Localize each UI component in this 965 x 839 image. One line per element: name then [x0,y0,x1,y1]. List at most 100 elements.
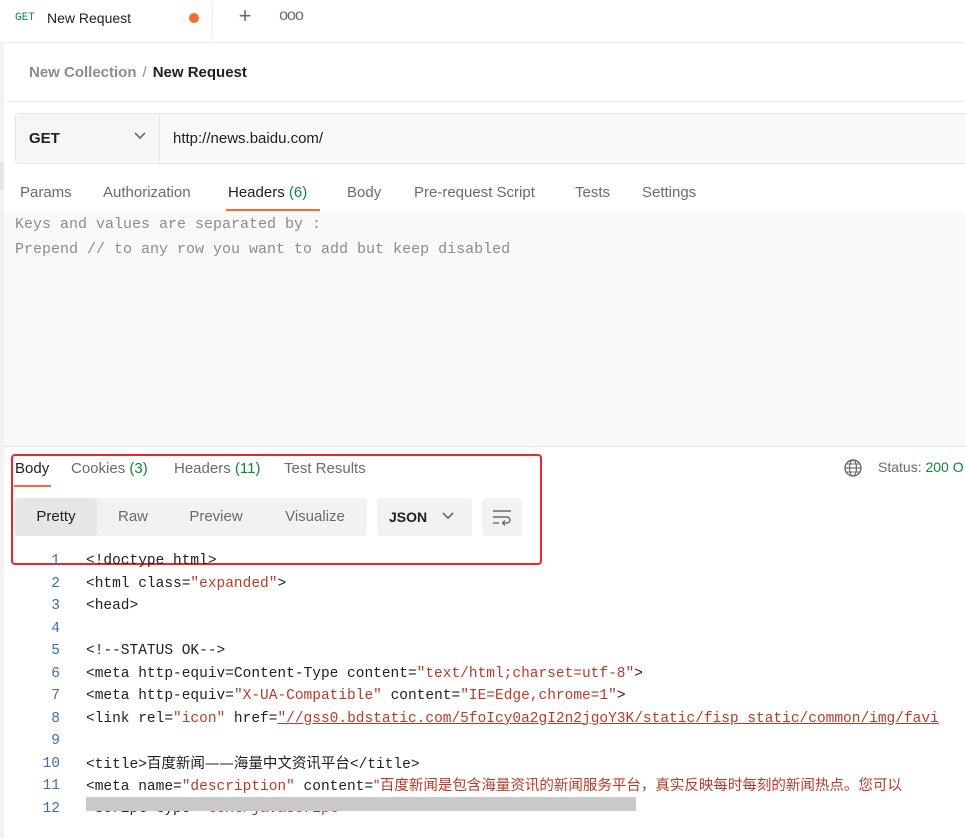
code-token: content= [381,688,461,704]
code-line: 3 <head> [0,595,965,617]
method-label: GET [29,130,60,147]
line-number: 4 [51,620,60,637]
line-number: 12 [42,800,60,817]
wrap-lines-icon [492,507,512,532]
code-text: <head> [86,595,138,617]
tab-tests[interactable]: Tests [575,184,610,201]
line-number: 2 [51,575,60,592]
code-text: <meta name="description" content="百度新闻是包… [86,775,902,798]
breadcrumb-collection[interactable]: New Collection [29,64,137,81]
code-token: <head> [86,598,139,614]
code-token: <meta name= [86,779,182,795]
selection-highlight [86,797,636,811]
status-code: 200 O [925,459,964,475]
active-tab-indicator [14,485,51,487]
code-string: "expanded" [190,575,278,592]
tab-params[interactable]: Params [20,184,72,201]
request-tab[interactable]: GET New Request [4,0,213,41]
code-token: content= [294,779,374,795]
code-line: 10 <title>百度新闻——海量中文资讯平台</title> [0,753,965,775]
code-string: "description" [181,779,295,795]
view-mode-preview[interactable]: Preview [169,498,263,536]
code-text: <!--STATUS OK--> [86,640,225,662]
code-string: "IE=Edge,chrome=1" [460,688,617,704]
chevron-down-icon [133,128,147,145]
view-mode-visualize[interactable]: Visualize [263,498,367,536]
bulk-edit-hint: Prepend // to any row you want to add bu… [15,241,511,258]
unsaved-dot-icon [189,13,199,23]
active-tab-indicator [226,209,320,211]
line-number: 5 [51,643,60,659]
code-token: <link rel= [86,710,174,727]
response-tab-test-results[interactable]: Test Results [284,460,366,477]
breadcrumb: New Collection / New Request [29,64,247,81]
code-line: 2 <html class="expanded"> [0,573,965,595]
line-number: 11 [42,778,60,794]
code-token: <title> [86,756,147,773]
line-number: 8 [51,710,60,727]
line-number: 10 [42,755,60,772]
code-token: </title> [349,756,420,773]
code-line: 4 [0,618,965,640]
code-line: 7 <meta http-equiv="X-UA-Compatible" cont… [0,685,965,707]
code-string: "icon" [173,710,226,727]
code-string: "百度新闻是包含海量资讯的新闻服务平台，真实反映每时每刻的新闻热点。您可以 [373,778,902,794]
code-token: 百度新闻——海量中文资讯平台 [146,755,350,772]
tab-pre-request-script[interactable]: Pre-request Script [414,184,535,201]
code-string: "X-UA-Compatible" [233,688,382,704]
code-token: > [634,665,643,682]
globe-icon[interactable] [843,458,863,483]
line-number: 6 [51,665,60,682]
code-line: 9 [0,730,965,752]
code-token: <!--STATUS OK--> [86,643,226,659]
line-number: 7 [51,688,60,704]
view-mode-raw[interactable]: Raw [97,498,169,536]
code-line: 1 <!doctype html> [0,550,965,572]
code-token: <html class= [86,575,191,592]
code-text: <link rel="icon" href="//gss0.bdstatic.c… [86,708,939,730]
tab-body[interactable]: Body [347,184,381,201]
chevron-down-icon [441,508,455,525]
code-string: "text/html;charset=utf-8" [416,665,635,682]
code-token: <meta http-equiv=Content-Type content= [86,665,417,682]
response-tab-headers[interactable]: Headers (11) [174,460,260,477]
code-text: <title>百度新闻——海量中文资讯平台</title> [86,753,420,776]
code-string: "//gss0.bdstatic.com/5foIcy0a2gI2n2jgoY3… [277,710,939,727]
line-number: 1 [51,553,60,569]
code-text: <meta http-equiv=Content-Type content="t… [86,663,643,685]
line-number: 3 [51,598,60,614]
plus-icon[interactable]: + [232,4,258,30]
more-icon[interactable]: ooo [278,4,304,30]
code-token: > [616,688,626,704]
breadcrumb-request[interactable]: New Request [153,64,247,81]
breadcrumb-separator: / [142,64,147,81]
code-token: <!doctype html> [86,553,217,569]
format-label: JSON [389,509,428,525]
code-line: 6 <meta http-equiv=Content-Type content="… [0,663,965,685]
method-select[interactable]: GET [16,114,160,162]
tab-headers[interactable]: Headers (6) [228,184,307,201]
pane-divider[interactable] [4,446,965,447]
url-input[interactable] [160,114,965,162]
tab-settings[interactable]: Settings [642,184,696,201]
wrap-lines-button[interactable] [482,498,522,536]
request-tab-name: New Request [47,10,132,26]
code-line: 5 <!--STATUS OK--> [0,640,965,662]
line-number: 9 [51,733,60,749]
bulk-edit-hint: Keys and values are separated by : [15,216,322,233]
tab-authorization[interactable]: Authorization [103,184,191,201]
view-mode-pretty[interactable]: Pretty [15,498,97,536]
format-select[interactable]: JSON [377,498,472,536]
response-status: Status: 200 O [878,459,964,475]
code-token: <meta http-equiv= [86,688,234,704]
code-text: <html class="expanded"> [86,573,286,595]
response-tab-cookies[interactable]: Cookies (3) [71,460,148,477]
response-tab-body[interactable]: Body [15,460,49,477]
request-tab-method: GET [15,12,35,24]
divider [4,101,965,102]
sidebar-edge [0,162,4,190]
code-line: 8 <link rel="icon" href="//gss0.bdstatic.… [0,708,965,730]
code-text: <meta http-equiv="X-UA-Compatible" conte… [86,685,626,707]
code-token: > [277,575,287,592]
code-line: 11 <meta name="description" content="百度新闻… [0,775,965,797]
